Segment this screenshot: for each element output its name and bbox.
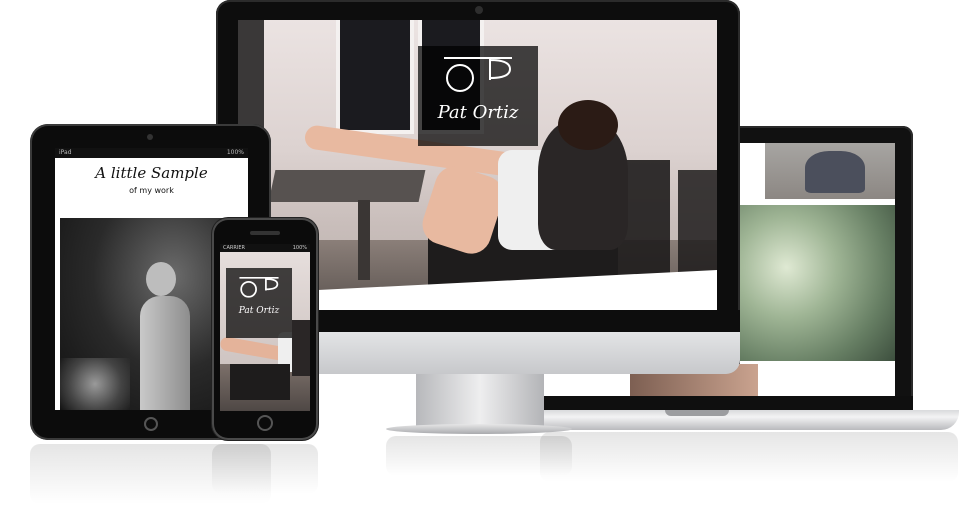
brand-name: Pat Ortiz: [437, 102, 519, 123]
tablet-subheading: of my work: [129, 186, 174, 195]
tablet-heading: A little Sample: [95, 164, 208, 182]
laptop-photo-figure: [805, 151, 865, 193]
tablet-status-bar: iPad 100%: [55, 148, 248, 158]
tablet-photo-bokeh: [60, 358, 130, 410]
phone-status-bar: CARRIER 100%: [220, 244, 310, 252]
logo-glasses-icon: [444, 57, 512, 92]
brand-logo-box: Pat Ortiz: [418, 46, 538, 146]
laptop-photo-woman-sitting: [765, 143, 895, 199]
monitor-stand-foot: [386, 424, 572, 434]
laptop-base: [535, 410, 959, 430]
phone-screen: CARRIER 100% Pat Ortiz: [220, 244, 310, 411]
scene-table-leg: [358, 200, 370, 280]
camera-icon: [475, 6, 483, 14]
phone-status-carrier: CARRIER: [223, 245, 245, 251]
monitor-stand-neck: [416, 374, 544, 426]
scene-table-top: [268, 170, 426, 202]
phone-status-battery: 100%: [292, 245, 307, 251]
tablet-photo-figure-head: [146, 262, 176, 296]
phone-scene-chair: [230, 364, 290, 400]
phone-reflection: [212, 444, 318, 494]
tablet-status-device: iPad: [59, 149, 72, 156]
phone-speaker: [250, 231, 280, 235]
phone-brand-name: Pat Ortiz: [238, 306, 280, 316]
phone-scene-jacket: [292, 320, 310, 376]
laptop-hinge: [540, 396, 913, 410]
logo-glasses-icon: [239, 276, 279, 298]
scene-window-left: [336, 20, 414, 134]
home-button-icon: [257, 415, 273, 431]
laptop-base-notch: [665, 410, 729, 416]
tablet-photo-figure-body: [140, 296, 190, 410]
scene-model-hair: [558, 100, 618, 150]
laptop-photo-foliage: [740, 205, 895, 361]
phone-brand-logo-box: Pat Ortiz: [226, 268, 292, 338]
tablet-camera: [147, 134, 153, 140]
home-button-icon: [144, 417, 158, 431]
tablet-status-battery: 100%: [226, 149, 244, 156]
laptop-reflection: [540, 432, 958, 482]
laptop-screen: [740, 143, 895, 397]
